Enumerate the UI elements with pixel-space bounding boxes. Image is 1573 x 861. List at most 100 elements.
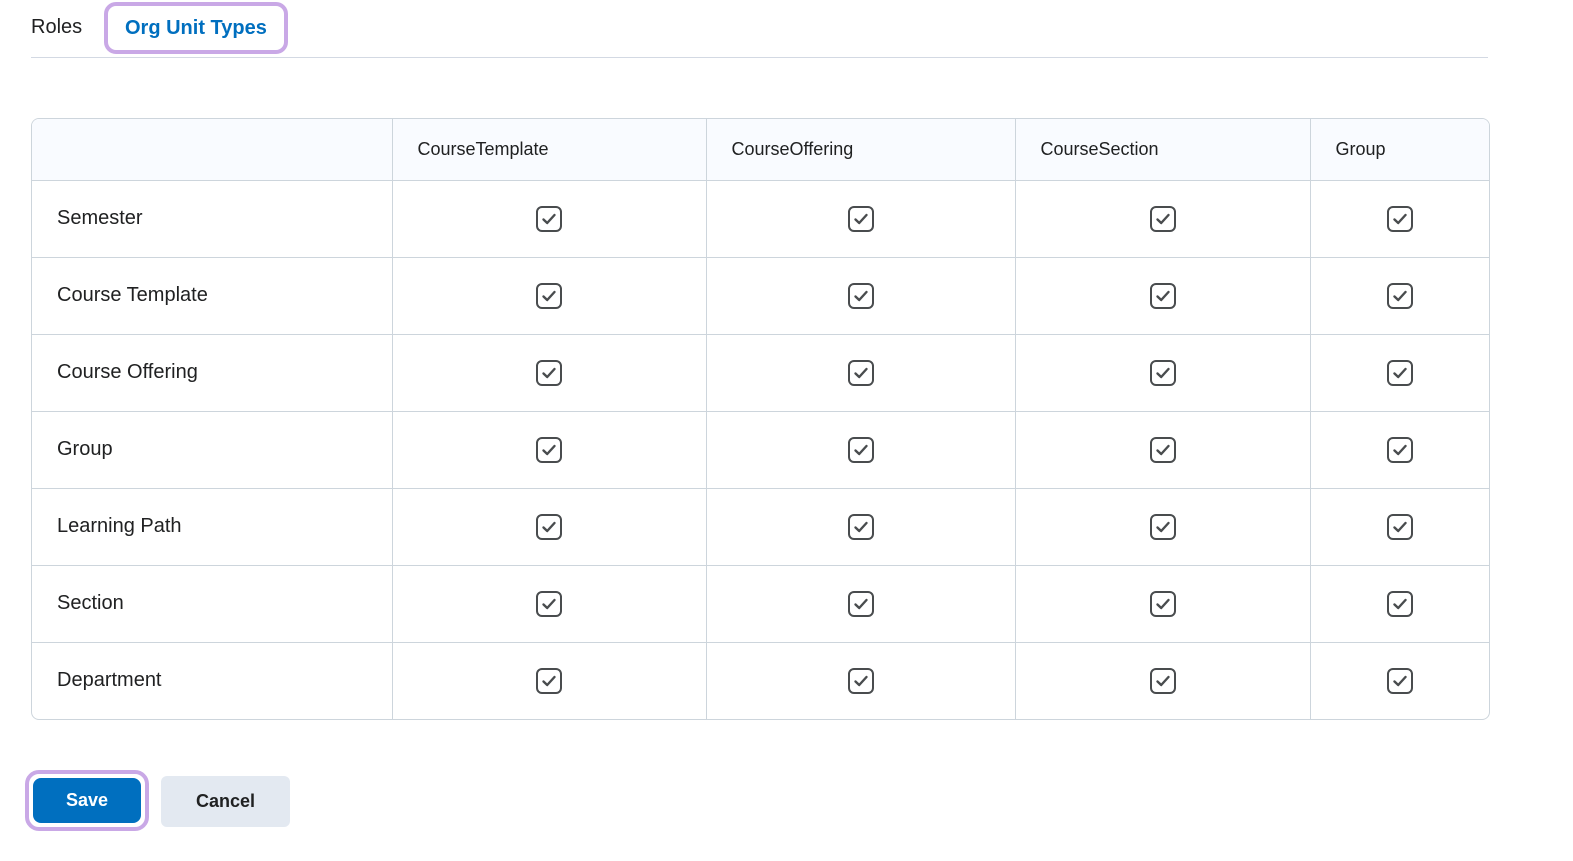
- checkbox-cell: [1015, 180, 1311, 258]
- checkmark-icon: [1393, 213, 1407, 224]
- checkmark-icon: [542, 213, 556, 224]
- checkbox[interactable]: [536, 359, 562, 386]
- checkbox-cell: [1015, 411, 1311, 489]
- checkmark-icon: [853, 675, 868, 686]
- checkmark-icon: [853, 213, 868, 224]
- checkbox[interactable]: [847, 282, 874, 309]
- cancel-button[interactable]: Cancel: [161, 776, 290, 827]
- checkbox-cell: [706, 257, 1016, 335]
- checkbox[interactable]: [536, 282, 562, 309]
- checkbox[interactable]: [536, 667, 562, 694]
- row-label: Section: [32, 565, 393, 643]
- checkmark-icon: [542, 521, 556, 532]
- checkbox[interactable]: [847, 590, 874, 617]
- checkbox[interactable]: [1149, 590, 1176, 617]
- table-row: Department: [32, 642, 1489, 719]
- checkbox[interactable]: [847, 513, 874, 540]
- checkbox[interactable]: [1386, 667, 1413, 694]
- checkbox-cell: [1310, 411, 1489, 489]
- checkmark-icon: [853, 521, 868, 532]
- checkbox-cell: [392, 180, 707, 258]
- checkmark-icon: [542, 598, 556, 609]
- checkbox[interactable]: [1149, 282, 1176, 309]
- tab-bar: Roles Org Unit Types: [31, 0, 1488, 58]
- checkmark-icon: [542, 444, 556, 455]
- checkbox[interactable]: [1149, 359, 1176, 386]
- checkmark-icon: [542, 675, 556, 686]
- checkmark-icon: [1155, 290, 1170, 301]
- table-row: Group: [32, 411, 1489, 489]
- checkbox[interactable]: [1386, 359, 1413, 386]
- checkbox[interactable]: [536, 590, 562, 617]
- checkbox[interactable]: [536, 436, 562, 463]
- checkbox-cell: [1310, 180, 1489, 258]
- row-label: Course Template: [32, 257, 393, 335]
- row-label: Semester: [32, 180, 393, 258]
- table-row: Learning Path: [32, 488, 1489, 566]
- checkbox-cell: [1015, 565, 1311, 643]
- checkmark-icon: [1155, 598, 1170, 609]
- checkbox-cell: [1310, 565, 1489, 643]
- checkbox[interactable]: [847, 667, 874, 694]
- checkbox-cell: [706, 180, 1016, 258]
- checkmark-icon: [853, 598, 868, 609]
- table-row: Semester: [32, 180, 1489, 258]
- checkbox-cell: [1015, 488, 1311, 566]
- table-row: Section: [32, 565, 1489, 643]
- checkbox[interactable]: [847, 205, 874, 232]
- checkmark-icon: [542, 367, 556, 378]
- checkmark-icon: [1393, 290, 1407, 301]
- table-row: Course Template: [32, 257, 1489, 335]
- checkbox[interactable]: [847, 359, 874, 386]
- checkbox-cell: [392, 488, 707, 566]
- checkbox-cell: [706, 488, 1016, 566]
- checkbox-cell: [706, 565, 1016, 643]
- checkbox[interactable]: [1149, 667, 1176, 694]
- checkbox[interactable]: [1386, 205, 1413, 232]
- column-header: Group: [1310, 119, 1489, 181]
- checkbox[interactable]: [1149, 205, 1176, 232]
- checkbox-cell: [706, 334, 1016, 412]
- checkbox-cell: [1310, 642, 1489, 719]
- checkbox-cell: [392, 257, 707, 335]
- checkmark-icon: [1155, 521, 1170, 532]
- column-header: CourseTemplate: [392, 119, 707, 181]
- checkbox[interactable]: [1386, 282, 1413, 309]
- org-unit-types-table: CourseTemplate CourseOffering CourseSect…: [31, 118, 1490, 720]
- checkmark-icon: [1155, 367, 1170, 378]
- checkmark-icon: [853, 290, 868, 301]
- checkbox-cell: [1310, 488, 1489, 566]
- checkbox-cell: [392, 334, 707, 412]
- table-row: Course Offering: [32, 334, 1489, 412]
- checkbox-cell: [392, 642, 707, 719]
- row-label: Course Offering: [32, 334, 393, 412]
- checkbox-cell: [706, 642, 1016, 719]
- checkbox-cell: [1015, 642, 1311, 719]
- checkmark-icon: [1155, 675, 1170, 686]
- checkbox[interactable]: [1386, 436, 1413, 463]
- checkmark-icon: [853, 444, 868, 455]
- row-label: Department: [32, 642, 393, 719]
- checkmark-icon: [1393, 444, 1407, 455]
- table-header-row: CourseTemplate CourseOffering CourseSect…: [32, 119, 1489, 181]
- tab-org-unit-types[interactable]: Org Unit Types: [104, 2, 288, 54]
- corner-header: [32, 119, 393, 181]
- tab-roles[interactable]: Roles: [31, 6, 82, 48]
- checkbox[interactable]: [1149, 436, 1176, 463]
- checkmark-icon: [1393, 367, 1407, 378]
- checkbox[interactable]: [847, 436, 874, 463]
- checkbox[interactable]: [536, 205, 562, 232]
- checkmark-icon: [1393, 598, 1407, 609]
- checkbox[interactable]: [1149, 513, 1176, 540]
- checkmark-icon: [1393, 675, 1407, 686]
- checkbox[interactable]: [536, 513, 562, 540]
- checkbox[interactable]: [1386, 513, 1413, 540]
- column-header: CourseSection: [1015, 119, 1311, 181]
- checkbox-cell: [1015, 257, 1311, 335]
- checkbox[interactable]: [1386, 590, 1413, 617]
- checkmark-icon: [542, 290, 556, 301]
- row-label: Group: [32, 411, 393, 489]
- checkbox-cell: [392, 411, 707, 489]
- save-button[interactable]: Save: [33, 778, 141, 823]
- checkbox-cell: [392, 565, 707, 643]
